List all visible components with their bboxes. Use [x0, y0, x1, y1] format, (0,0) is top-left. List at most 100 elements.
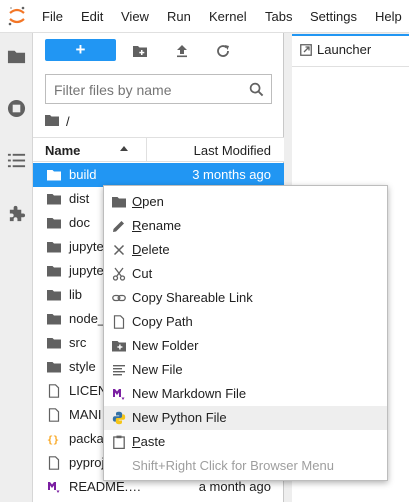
edit-icon — [112, 219, 126, 233]
context-menu-label: New Markdown File — [132, 386, 247, 401]
context-menu-label: New Folder — [132, 338, 199, 353]
menu-file[interactable]: File — [42, 9, 63, 24]
folder-icon — [47, 240, 61, 254]
file-name: MANI — [69, 407, 102, 422]
tab-launcher[interactable]: Launcher — [292, 34, 409, 66]
context-menu-item-delete[interactable]: Delete — [104, 238, 387, 262]
menu-view[interactable]: View — [121, 9, 149, 24]
launch-icon — [300, 44, 312, 56]
folder-icon — [47, 288, 61, 302]
context-menu-label: Paste — [132, 434, 166, 449]
context-menu-label: Open — [132, 194, 164, 209]
filter-box — [45, 74, 272, 104]
column-divider[interactable] — [146, 138, 147, 161]
file-name: doc — [69, 215, 90, 230]
file-modified: a month ago — [198, 479, 271, 494]
close-icon — [112, 243, 126, 257]
markdown-icon — [47, 480, 61, 494]
file-name: packa — [69, 431, 104, 446]
folder-icon — [47, 168, 61, 182]
context-menu-item-copy-shareable-link[interactable]: Copy Shareable Link — [104, 286, 387, 310]
sort-ascending-icon — [120, 146, 128, 151]
menu-kernel[interactable]: Kernel — [209, 9, 247, 24]
link-icon — [112, 291, 126, 305]
menu-run[interactable]: Run — [167, 9, 191, 24]
file-name: LICEN — [69, 383, 108, 398]
file-row[interactable]: build 3 months ago — [33, 163, 284, 187]
folder-icon — [47, 312, 61, 326]
file-icon — [47, 384, 61, 398]
context-menu-item-new-folder[interactable]: New Folder — [104, 334, 387, 358]
menu-bar: File Edit View Run Kernel Tabs Settings … — [0, 0, 409, 33]
folder-icon — [47, 264, 61, 278]
file-name: jupyte — [69, 263, 104, 278]
text-file-icon — [112, 363, 126, 377]
python-icon — [112, 411, 126, 425]
file-modified: 3 months ago — [192, 167, 271, 182]
context-menu-label: Shift+Right Click for Browser Menu — [132, 458, 334, 473]
file-list-header: Name Last Modified — [33, 137, 284, 162]
folder-icon — [47, 192, 61, 206]
cut-icon — [112, 267, 126, 281]
json-icon: {} — [47, 432, 61, 446]
file-browser-toolbar: + — [33, 33, 284, 69]
extension-icon[interactable] — [7, 204, 26, 223]
file-name: jupyte — [69, 239, 104, 254]
folder-icon[interactable] — [7, 47, 26, 66]
context-menu-item-cut[interactable]: Cut — [104, 262, 387, 286]
context-menu-item-new-file[interactable]: New File — [104, 358, 387, 382]
svg-text:{}: {} — [47, 435, 59, 446]
column-header-name[interactable]: Name — [45, 143, 80, 158]
context-menu-hint: Shift+Right Click for Browser Menu — [104, 454, 387, 478]
folder-icon — [47, 336, 61, 350]
refresh-icon[interactable] — [215, 43, 231, 59]
search-icon — [249, 82, 264, 97]
new-launcher-button[interactable]: + — [45, 39, 116, 61]
upload-icon[interactable] — [174, 43, 190, 59]
file-icon — [47, 456, 61, 470]
context-menu-label: New Python File — [132, 410, 227, 425]
markdown-icon — [112, 387, 126, 401]
context-menu-item-new-python-file[interactable]: New Python File — [104, 406, 387, 430]
file-name: node_ — [69, 311, 106, 326]
menu-help[interactable]: Help — [375, 9, 402, 24]
file-name: build — [69, 167, 97, 182]
breadcrumb-path[interactable]: / — [66, 114, 70, 129]
new-folder-icon — [112, 339, 126, 353]
file-name: style — [69, 359, 96, 374]
context-menu-item-copy-path[interactable]: Copy Path — [104, 310, 387, 334]
context-menu-label: Cut — [132, 266, 153, 281]
menu-settings[interactable]: Settings — [310, 9, 357, 24]
menu-tabs[interactable]: Tabs — [265, 9, 292, 24]
running-icon[interactable] — [7, 99, 26, 118]
activity-bar — [0, 33, 33, 502]
context-menu-label: New File — [132, 362, 183, 377]
context-menu-item-new-markdown-file[interactable]: New Markdown File — [104, 382, 387, 406]
context-menu-label: Delete — [132, 242, 170, 257]
context-menu-label: Copy Shareable Link — [132, 290, 253, 305]
toc-icon[interactable] — [7, 151, 26, 170]
folder-icon — [47, 360, 61, 374]
folder-icon — [47, 216, 61, 230]
file-name: lib — [69, 287, 83, 302]
context-menu-item-paste[interactable]: Paste — [104, 430, 387, 454]
menu-edit[interactable]: Edit — [81, 9, 103, 24]
context-menu-label: Copy Path — [132, 314, 193, 329]
new-folder-icon[interactable] — [132, 43, 148, 59]
file-name: src — [69, 335, 87, 350]
folder-icon[interactable] — [45, 115, 59, 126]
context-menu-item-open[interactable]: Open — [104, 190, 387, 214]
filter-files-input[interactable] — [54, 81, 244, 99]
file-name: pyproj — [69, 455, 105, 470]
context-menu: Open Rename Delete Cut Copy Shareable Link Co… — [103, 185, 388, 481]
tab-label: Launcher — [317, 42, 372, 57]
file-icon — [47, 408, 61, 422]
file-name: README.… — [69, 479, 142, 494]
file-name: dist — [69, 191, 90, 206]
folder-icon — [112, 195, 126, 209]
jupyter-logo[interactable] — [6, 5, 28, 27]
column-header-modified[interactable]: Last Modified — [194, 143, 271, 158]
context-menu-item-rename[interactable]: Rename — [104, 214, 387, 238]
file-icon — [112, 315, 126, 329]
context-menu-label: Rename — [132, 218, 182, 233]
